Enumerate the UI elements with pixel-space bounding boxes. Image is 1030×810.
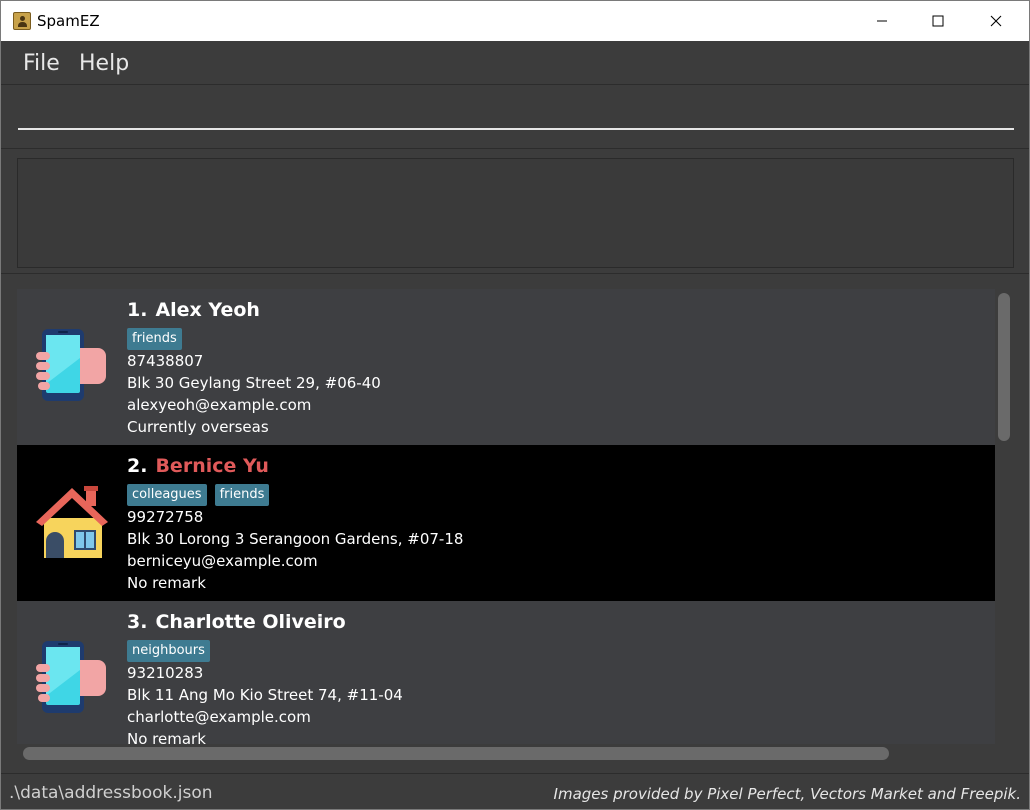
person-index: 3. bbox=[127, 611, 148, 633]
horizontal-scrollbar[interactable] bbox=[23, 747, 889, 760]
person-phone: 87438807 bbox=[127, 352, 204, 370]
person-remark: Currently overseas bbox=[127, 418, 269, 436]
tag-list: neighbours bbox=[127, 640, 210, 662]
person-card-selected[interactable]: 2. Bernice Yu colleagues friends 99272758… bbox=[17, 445, 995, 601]
tag-colleagues: colleagues bbox=[127, 484, 207, 506]
title-bar[interactable]: SpamEZ bbox=[1, 1, 1029, 41]
close-button[interactable] bbox=[973, 1, 1019, 41]
maximize-icon bbox=[932, 15, 944, 27]
phone-in-hand-icon bbox=[36, 641, 106, 713]
minimize-icon bbox=[877, 20, 887, 22]
person-address: Blk 11 Ang Mo Kio Street 74, #11-04 bbox=[127, 686, 403, 704]
phone-in-hand-icon bbox=[36, 329, 106, 401]
person-list-panel: 1. Alex Yeoh friends 87438807 Blk 30 Geyl… bbox=[1, 275, 1029, 773]
window-title: SpamEZ bbox=[37, 12, 100, 30]
command-box bbox=[1, 86, 1029, 149]
person-address: Blk 30 Lorong 3 Serangoon Gardens, #07-1… bbox=[127, 530, 464, 548]
person-name-text: Bernice Yu bbox=[155, 455, 269, 477]
command-input[interactable] bbox=[18, 98, 1014, 130]
person-name: 1. Alex Yeoh bbox=[127, 299, 260, 321]
person-name: 3. Charlotte Oliveiro bbox=[127, 611, 346, 633]
tag-list: friends bbox=[127, 328, 182, 350]
save-location: .\data\addressbook.json bbox=[9, 783, 213, 803]
person-list: 1. Alex Yeoh friends 87438807 Blk 30 Geyl… bbox=[17, 289, 995, 744]
tag-friends: friends bbox=[127, 328, 182, 350]
vertical-scrollbar[interactable] bbox=[998, 293, 1010, 441]
close-icon bbox=[990, 15, 1002, 27]
menu-bar: File Help bbox=[1, 41, 1029, 85]
person-card[interactable]: 3. Charlotte Oliveiro neighbours 93210283… bbox=[17, 601, 995, 744]
person-name-text: Alex Yeoh bbox=[155, 299, 260, 321]
maximize-button[interactable] bbox=[915, 1, 961, 41]
person-email: alexyeoh@example.com bbox=[127, 396, 312, 414]
tag-neighbours: neighbours bbox=[127, 640, 210, 662]
menu-help[interactable]: Help bbox=[79, 51, 129, 76]
person-card[interactable]: 1. Alex Yeoh friends 87438807 Blk 30 Geyl… bbox=[17, 289, 995, 445]
person-email: charlotte@example.com bbox=[127, 708, 311, 726]
menu-file[interactable]: File bbox=[23, 51, 60, 76]
person-index: 2. bbox=[127, 455, 148, 477]
tag-friends: friends bbox=[214, 484, 270, 506]
person-email: berniceyu@example.com bbox=[127, 552, 318, 570]
person-remark: No remark bbox=[127, 730, 206, 744]
house-icon bbox=[36, 486, 108, 558]
status-bar: .\data\addressbook.json Images provided … bbox=[1, 773, 1029, 809]
person-name-text: Charlotte Oliveiro bbox=[155, 611, 346, 633]
minimize-button[interactable] bbox=[859, 1, 905, 41]
result-display bbox=[17, 158, 1014, 268]
person-name: 2. Bernice Yu bbox=[127, 455, 269, 477]
address-book-icon bbox=[13, 12, 31, 30]
image-credit: Images provided by Pixel Perfect, Vector… bbox=[553, 785, 1021, 803]
person-index: 1. bbox=[127, 299, 148, 321]
person-phone: 99272758 bbox=[127, 508, 204, 526]
person-remark: No remark bbox=[127, 574, 206, 592]
person-phone: 93210283 bbox=[127, 664, 204, 682]
tag-list: colleagues friends bbox=[127, 484, 270, 506]
person-address: Blk 30 Geylang Street 29, #06-40 bbox=[127, 374, 381, 392]
app-window: SpamEZ File Help 1. Alex Yeoh friends 87… bbox=[0, 0, 1030, 810]
result-display-panel bbox=[1, 150, 1029, 274]
